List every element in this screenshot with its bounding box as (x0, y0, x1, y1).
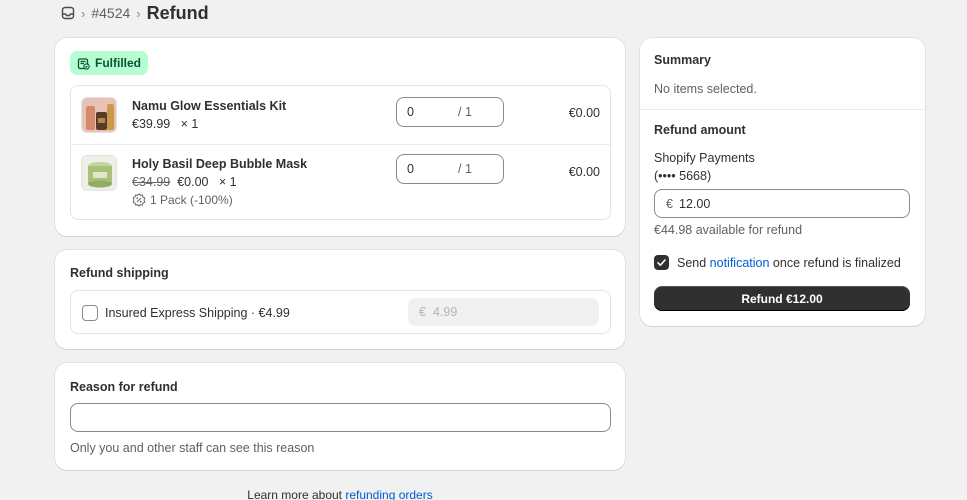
payment-card-number: (•••• 5668) (654, 169, 712, 183)
breadcrumb: › #4524 › Refund (61, 3, 209, 23)
status-badge: Fulfilled (70, 51, 148, 75)
refund-quantity-value: 0 (407, 105, 414, 119)
product-name[interactable]: Holy Basil Deep Bubble Mask (132, 157, 307, 171)
summary-title: Summary (654, 53, 711, 67)
notification-checkbox[interactable] (654, 255, 669, 270)
line-items-list: Namu Glow Essentials Kit €39.99 × 1 0 / … (70, 85, 611, 220)
discount-info: 1 Pack (-100%) (132, 193, 233, 207)
notification-link[interactable]: notification (710, 256, 770, 270)
footer-text: Learn more about (247, 488, 346, 500)
refund-quantity-input[interactable]: 0 / 1 (396, 154, 504, 184)
refund-button[interactable]: Refund €12.00 (654, 286, 910, 311)
shipping-row: Insured Express Shipping · €4.99 € 4.99 (70, 290, 611, 334)
line-total: €0.00 (568, 165, 600, 179)
summary-text: No items selected. (654, 82, 757, 96)
payment-method-name: Shopify Payments (654, 151, 755, 165)
refund-quantity-max: / 1 (458, 105, 472, 119)
card-title: Refund shipping (70, 266, 169, 280)
reason-help-text: Only you and other staff can see this re… (70, 441, 315, 455)
list-item: Holy Basil Deep Bubble Mask €34.99 €0.00… (71, 145, 610, 220)
fulfilled-icon (77, 57, 90, 70)
original-price: €34.99 (132, 175, 171, 189)
summary-card: Summary No items selected. Refund amount… (640, 38, 925, 326)
notify-prefix: Send (677, 256, 710, 270)
notify-suffix: once refund is finalized (769, 256, 901, 270)
product-image (81, 155, 117, 191)
refund-amount-value: 12.00 (679, 197, 711, 211)
quantity-text: × 1 (180, 117, 199, 131)
checkmark-icon (657, 259, 666, 266)
discount-icon (132, 193, 146, 207)
breadcrumb-separator: › (136, 5, 141, 21)
refund-reason-card: Reason for refund Only you and other sta… (55, 363, 625, 470)
status-badge-label: Fulfilled (95, 56, 141, 70)
refund-shipping-card: Refund shipping Insured Express Shipping… (55, 250, 625, 349)
footer-help: Learn more about refunding orders (0, 488, 680, 500)
refund-quantity-value: 0 (407, 162, 414, 176)
available-for-refund: €44.98 available for refund (654, 223, 803, 237)
divider (640, 109, 925, 110)
currency-symbol: € (419, 305, 426, 319)
reason-input[interactable] (70, 403, 611, 432)
breadcrumb-order-link[interactable]: #4524 (91, 5, 130, 21)
list-item: Namu Glow Essentials Kit €39.99 × 1 0 / … (71, 86, 610, 145)
refund-amount-input[interactable]: € 12.00 (654, 189, 910, 218)
shipping-label: Insured Express Shipping · €4.99 (105, 306, 290, 320)
refund-amount-title: Refund amount (654, 123, 746, 137)
shipping-amount-input[interactable]: € 4.99 (408, 298, 599, 326)
fulfilled-items-card: Fulfilled Namu Glow Essentials Kit €39.9… (55, 38, 625, 236)
unit-price: €0.00 (177, 175, 209, 189)
inbox-icon[interactable] (61, 6, 75, 20)
shipping-checkbox[interactable] (82, 305, 98, 321)
unit-price: €39.99 (132, 117, 171, 131)
card-title: Reason for refund (70, 380, 178, 394)
refund-quantity-input[interactable]: 0 / 1 (396, 97, 504, 127)
breadcrumb-separator: › (81, 5, 86, 21)
refunding-orders-link[interactable]: refunding orders (345, 488, 432, 500)
shipping-amount-placeholder: 4.99 (433, 305, 458, 319)
quantity-text: × 1 (218, 175, 237, 189)
currency-symbol: € (666, 197, 673, 211)
refund-quantity-max: / 1 (458, 162, 472, 176)
product-price: €34.99 €0.00 × 1 (132, 175, 237, 189)
page-title: Refund (146, 2, 209, 23)
product-image (81, 97, 117, 133)
product-price: €39.99 × 1 (132, 117, 198, 131)
line-total: €0.00 (568, 106, 600, 120)
product-name[interactable]: Namu Glow Essentials Kit (132, 99, 286, 113)
notification-label: Send notification once refund is finaliz… (677, 256, 901, 270)
discount-label: 1 Pack (-100%) (150, 193, 233, 207)
